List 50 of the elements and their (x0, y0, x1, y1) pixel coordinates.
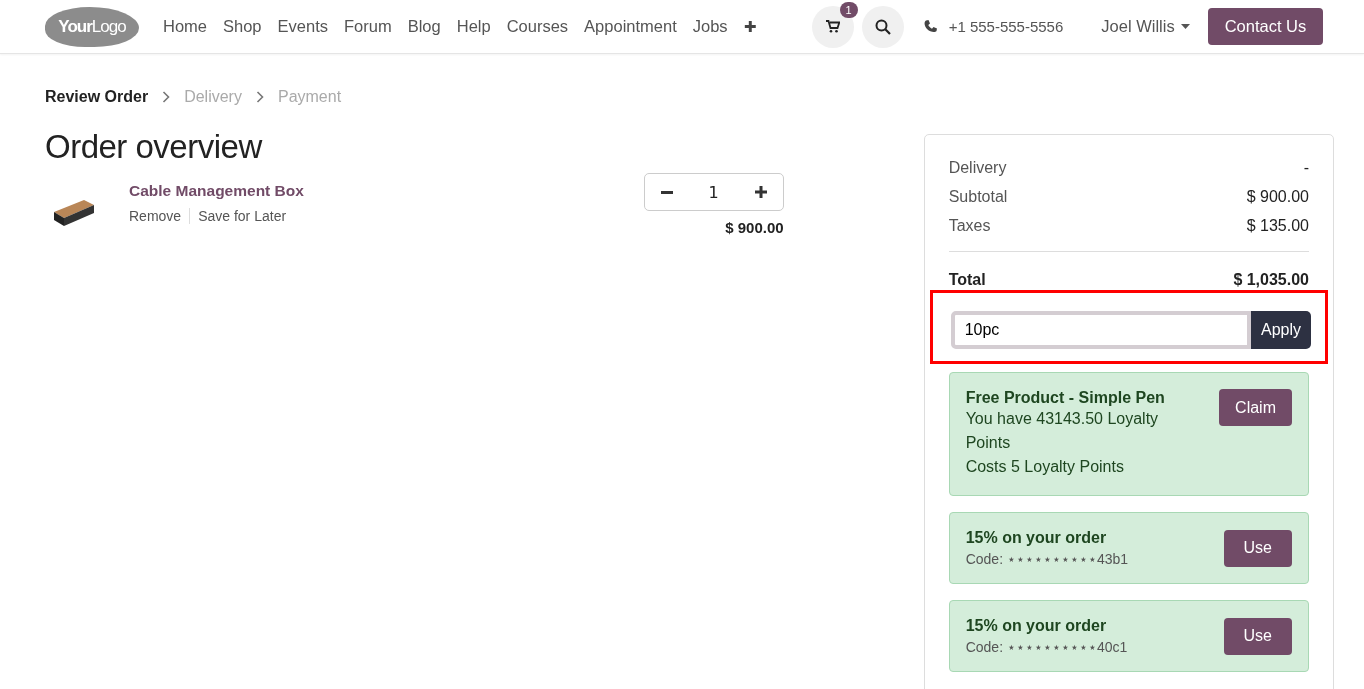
product-name-link[interactable]: Cable Management Box (129, 182, 644, 200)
contact-button[interactable]: Contact Us (1207, 8, 1324, 45)
reward-text: You have 43143.50 Loyalty Points (965, 409, 1160, 453)
cart-icon (825, 20, 840, 33)
add-menu-link[interactable]: ✚ (743, 17, 757, 36)
reward-title: Free Product - Simple Pen (965, 389, 1166, 407)
reward-button[interactable]: Use (1223, 617, 1292, 655)
minus-icon (660, 190, 673, 194)
nav-link[interactable]: Forum (344, 17, 392, 36)
total-value: $ 1,035.00 (1233, 271, 1309, 289)
reward-title: 15% on your order (965, 529, 1108, 547)
quantity-value[interactable]: 1 (688, 182, 739, 202)
total-label: Total (948, 271, 986, 289)
reward-button[interactable]: Claim (1219, 389, 1292, 426)
apply-button[interactable]: Apply (1250, 311, 1311, 349)
summary-label: Taxes (948, 217, 991, 235)
cart-count-badge: 1 (839, 1, 858, 18)
nav-link[interactable]: Blog (407, 17, 441, 36)
reward-button[interactable]: Use (1223, 529, 1292, 567)
summary-value: $ 135.00 (1246, 217, 1309, 235)
product-action-link[interactable]: Save for Later (189, 208, 295, 224)
nav-link[interactable]: Appointment (584, 17, 677, 36)
caret-icon (1180, 24, 1190, 29)
nav-link[interactable]: Shop (223, 17, 262, 36)
nav-link[interactable]: Jobs (692, 17, 728, 36)
search-button[interactable] (861, 5, 904, 48)
reward-code: Code: ⋆⋆⋆⋆⋆⋆⋆⋆⋆⋆40c1 (965, 639, 1129, 655)
phone-number: +1 555-555-5556 (948, 18, 1064, 35)
chevron-icon (162, 91, 171, 103)
nav-link[interactable]: Help (456, 17, 491, 36)
nav-link[interactable]: Home (163, 17, 207, 36)
summary-value: $ 900.00 (1246, 188, 1309, 206)
summary-value: - (1303, 159, 1309, 177)
product-action-link[interactable]: Remove (129, 208, 190, 224)
plus-icon (754, 186, 767, 198)
summary-label: Delivery (948, 159, 1007, 177)
page-title: Order overview (45, 128, 264, 166)
user-menu[interactable]: Joel Willis (1095, 16, 1196, 37)
coupon-input-field[interactable]: 10pc (950, 311, 1251, 349)
search-icon (874, 18, 891, 35)
line-price: $ 900.00 (725, 219, 784, 236)
nav-link[interactable]: Courses (506, 17, 569, 36)
reward-code: Code: ⋆⋆⋆⋆⋆⋆⋆⋆⋆⋆43b1 (965, 551, 1130, 567)
reward-text: Costs 5 Loyalty Points (965, 457, 1125, 477)
nav-link[interactable]: Events (277, 17, 328, 36)
checkout-step[interactable]: Review Order (45, 88, 149, 106)
phone-icon (923, 20, 937, 33)
reward-title: 15% on your order (965, 617, 1108, 635)
summary-label: Subtotal (948, 188, 1008, 206)
chevron-icon (255, 91, 264, 103)
